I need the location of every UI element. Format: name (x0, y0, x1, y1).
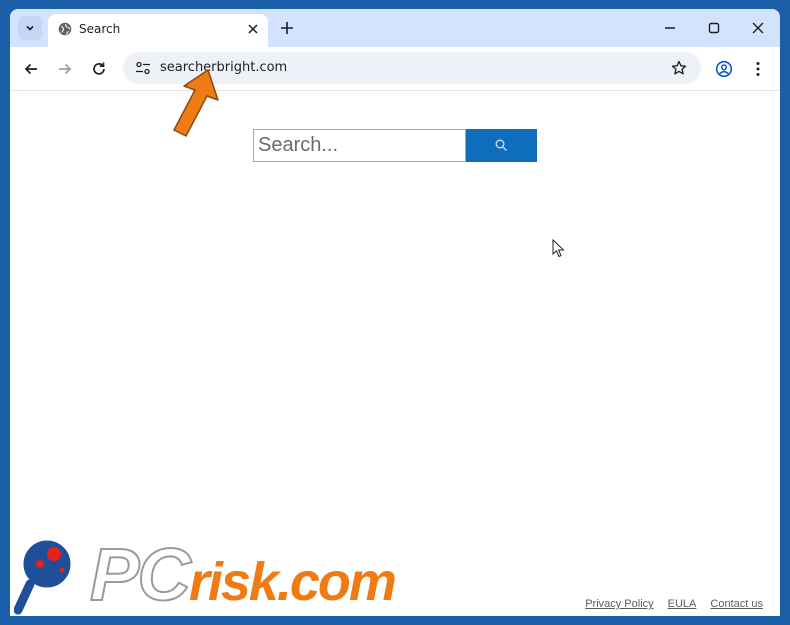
mouse-cursor-icon (552, 239, 565, 258)
window-close-icon[interactable] (751, 21, 765, 35)
close-icon[interactable] (246, 22, 260, 36)
forward-arrow-icon[interactable] (56, 60, 74, 78)
tab-title: Search (79, 22, 121, 36)
plus-icon[interactable] (278, 19, 296, 37)
annotation-arrow-icon (173, 69, 219, 137)
browser-window: Search searcherbright.com Search... Priv… (10, 9, 780, 616)
chevron-down-icon (26, 25, 34, 31)
toolbar: searcherbright.com (10, 47, 780, 91)
profile-icon[interactable] (715, 60, 733, 78)
tab-strip: Search (10, 9, 780, 47)
footer-links: Privacy Policy EULA Contact us (585, 598, 763, 610)
tab-search-button[interactable] (18, 16, 42, 40)
maximize-icon[interactable] (707, 21, 721, 35)
contact-us-link[interactable]: Contact us (710, 598, 763, 610)
tab-active[interactable]: Search (48, 14, 268, 47)
page-content: Privacy Policy EULA Contact us (10, 91, 780, 616)
search-icon (495, 139, 507, 151)
minimize-icon[interactable] (663, 21, 677, 35)
eula-link[interactable]: EULA (668, 598, 697, 610)
more-menu-icon[interactable] (749, 60, 767, 78)
site-settings-icon[interactable] (135, 61, 151, 75)
back-arrow-icon[interactable] (22, 60, 40, 78)
search-button[interactable] (466, 129, 537, 162)
search-input[interactable] (253, 129, 466, 162)
bookmark-star-icon[interactable] (671, 60, 687, 76)
globe-icon (58, 22, 72, 36)
reload-icon[interactable] (90, 60, 108, 78)
privacy-policy-link[interactable]: Privacy Policy (585, 598, 653, 610)
